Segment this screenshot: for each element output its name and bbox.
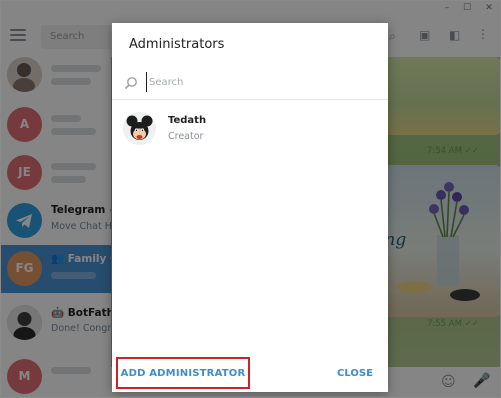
divider (112, 99, 388, 100)
close-dialog-button[interactable]: CLOSE (332, 362, 378, 384)
telegram-window: – ☐ ✕ Search A JE Telegram Move Chat Hi … (0, 0, 501, 398)
administrators-dialog: Administrators Tedath Creat (112, 23, 388, 392)
admin-list-item[interactable]: Tedath Creator (112, 107, 388, 151)
admin-search-input[interactable] (146, 72, 366, 92)
dialog-title: Administrators (129, 37, 225, 52)
admin-name: Tedath (168, 115, 207, 126)
admin-role: Creator (168, 131, 204, 142)
search-icon (124, 77, 137, 90)
avatar (123, 112, 156, 145)
add-administrator-button[interactable]: ADD ADMINISTRATOR (116, 357, 250, 389)
dialog-footer: ADD ADMINISTRATOR CLOSE (112, 353, 388, 392)
